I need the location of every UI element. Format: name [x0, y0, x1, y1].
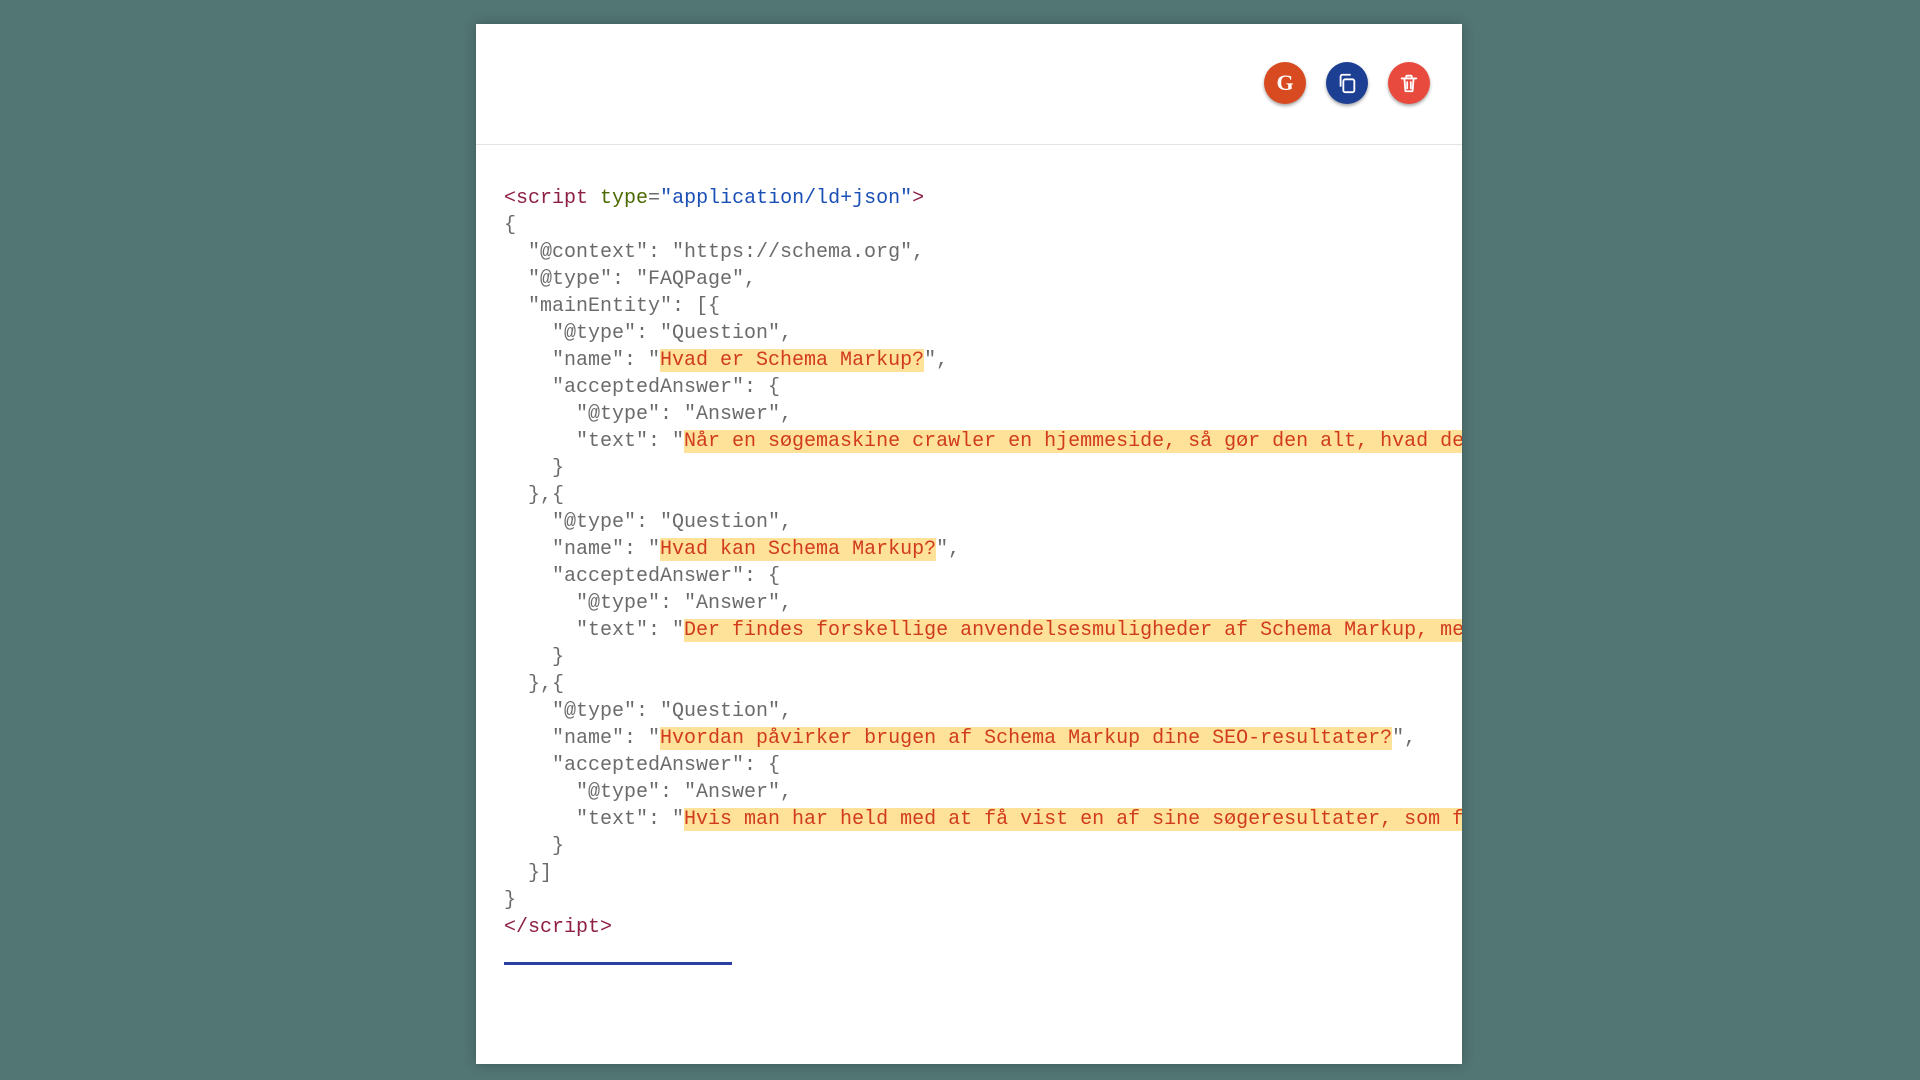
- code-line: }: [504, 646, 564, 669]
- code-line: "name": ": [504, 727, 660, 750]
- code-line: }]: [504, 862, 552, 885]
- text-cursor: [504, 962, 732, 965]
- google-test-button[interactable]: G: [1264, 62, 1306, 104]
- code-line: }: [504, 457, 564, 480]
- code-line: "acceptedAnswer": {: [504, 754, 780, 777]
- highlighted-text: Når en søgemaskine crawler en hjemmeside…: [684, 430, 1462, 453]
- code-token: <script: [504, 187, 588, 210]
- code-token: "application/ld+json": [660, 187, 912, 210]
- code-line: "@type": "Answer",: [504, 403, 792, 426]
- code-line: },{: [504, 484, 564, 507]
- code-line: }: [504, 835, 564, 858]
- code-line: "acceptedAnswer": {: [504, 565, 780, 588]
- code-line: "@type": "Answer",: [504, 592, 792, 615]
- code-line: "text": ": [504, 430, 684, 453]
- code-line: "@type": "Question",: [504, 511, 792, 534]
- code-line: "@context": "https://schema.org",: [504, 241, 924, 264]
- code-line: "name": ": [504, 538, 660, 561]
- code-line: "name": ": [504, 349, 660, 372]
- highlighted-text: Hvad kan Schema Markup?: [660, 538, 936, 561]
- google-icon: G: [1276, 70, 1293, 96]
- code-line: },{: [504, 673, 564, 696]
- editor-window: G <script type="application/ld+json"> { …: [476, 24, 1462, 1064]
- code-line: "acceptedAnswer": {: [504, 376, 780, 399]
- code-line: "mainEntity": [{: [504, 295, 720, 318]
- trash-icon: [1398, 72, 1420, 94]
- delete-button[interactable]: [1388, 62, 1430, 104]
- toolbar-buttons: G: [1264, 62, 1430, 104]
- code-line: }: [504, 889, 516, 912]
- code-line: "text": ": [504, 808, 684, 831]
- code-token: >: [912, 187, 924, 210]
- code-line: "@type": "FAQPage",: [504, 268, 756, 291]
- toolbar: G: [476, 24, 1462, 145]
- highlighted-text: Hvad er Schema Markup?: [660, 349, 924, 372]
- code-line: "@type": "Question",: [504, 700, 792, 723]
- copy-icon: [1336, 72, 1358, 94]
- code-token: </script>: [504, 916, 612, 939]
- code-line: "text": ": [504, 619, 684, 642]
- highlighted-text: Hvordan påvirker brugen af Schema Markup…: [660, 727, 1392, 750]
- code-area[interactable]: <script type="application/ld+json"> { "@…: [476, 145, 1462, 1008]
- code-token: type: [600, 187, 648, 210]
- highlighted-text: Hvis man har held med at få vist en af s…: [684, 808, 1462, 831]
- code-line: {: [504, 214, 516, 237]
- code-line: "@type": "Question",: [504, 322, 792, 345]
- highlighted-text: Der findes forskellige anvendelsesmuligh…: [684, 619, 1462, 642]
- code-line: "@type": "Answer",: [504, 781, 792, 804]
- copy-button[interactable]: [1326, 62, 1368, 104]
